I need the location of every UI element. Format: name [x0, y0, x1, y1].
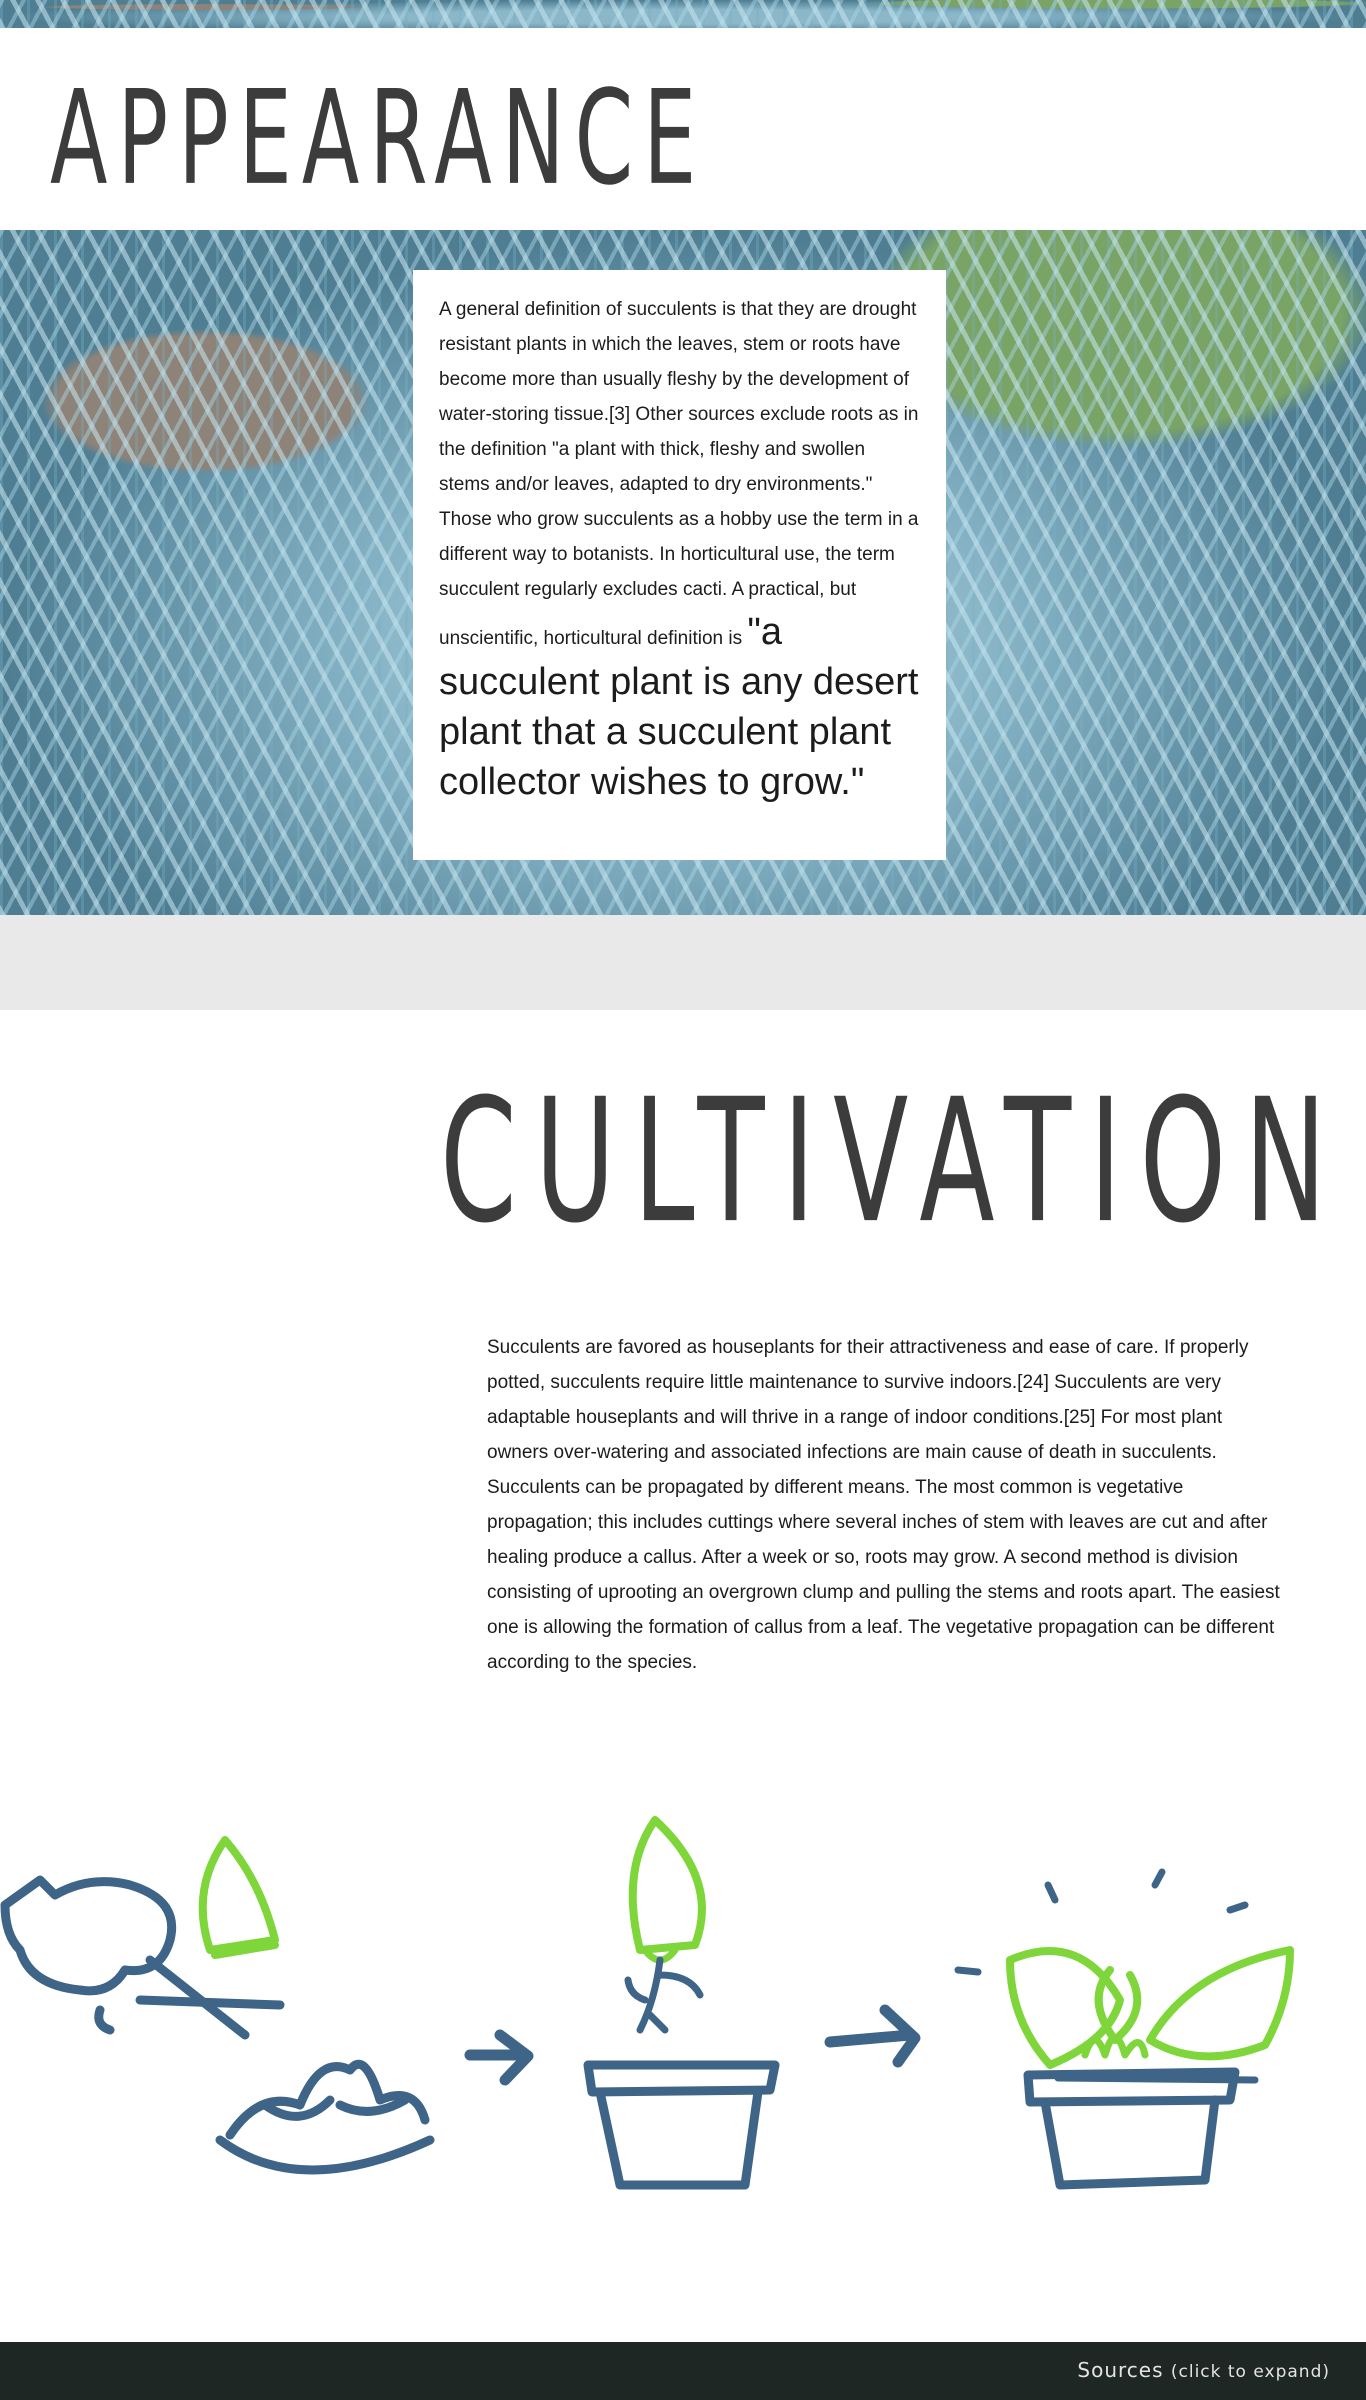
rooting-leaf-icon	[624, 1816, 706, 2034]
potted-plant-icon	[1006, 1946, 1294, 2190]
growth-marks	[954, 1868, 1249, 1976]
scissors-icon	[0, 1875, 285, 2040]
arrow-right-icon	[464, 2029, 534, 2086]
section-divider-band	[0, 915, 1366, 1010]
appearance-header: APPEARANCE	[0, 28, 1366, 230]
propagation-illustration	[0, 1816, 1294, 2190]
empty-pot-icon	[583, 2060, 780, 2190]
definition-card: A general definition of succulents is th…	[413, 270, 946, 860]
sources-hint: (click to expand)	[1170, 2362, 1330, 2382]
appearance-title: APPEARANCE	[50, 62, 707, 214]
sources-toggle-button[interactable]: Sources (click to expand)	[1077, 2358, 1330, 2382]
cut-leaf-icon	[198, 1836, 279, 1959]
definition-text: A general definition of succulents is th…	[439, 299, 919, 649]
sources-label: Sources	[1077, 2358, 1164, 2382]
cultivation-paragraph: Succulents are favored as houseplants fo…	[487, 1337, 1280, 1673]
top-photo-strip	[0, 0, 1366, 28]
arrow-right-icon	[824, 2004, 921, 2068]
footer: Sources (click to expand)	[0, 2342, 1366, 2400]
definition-paragraph: A general definition of succulents is th…	[439, 292, 920, 807]
cultivation-title: CULTIVATION	[440, 1062, 1345, 1261]
succulent-rosette-icon	[215, 2059, 435, 2175]
